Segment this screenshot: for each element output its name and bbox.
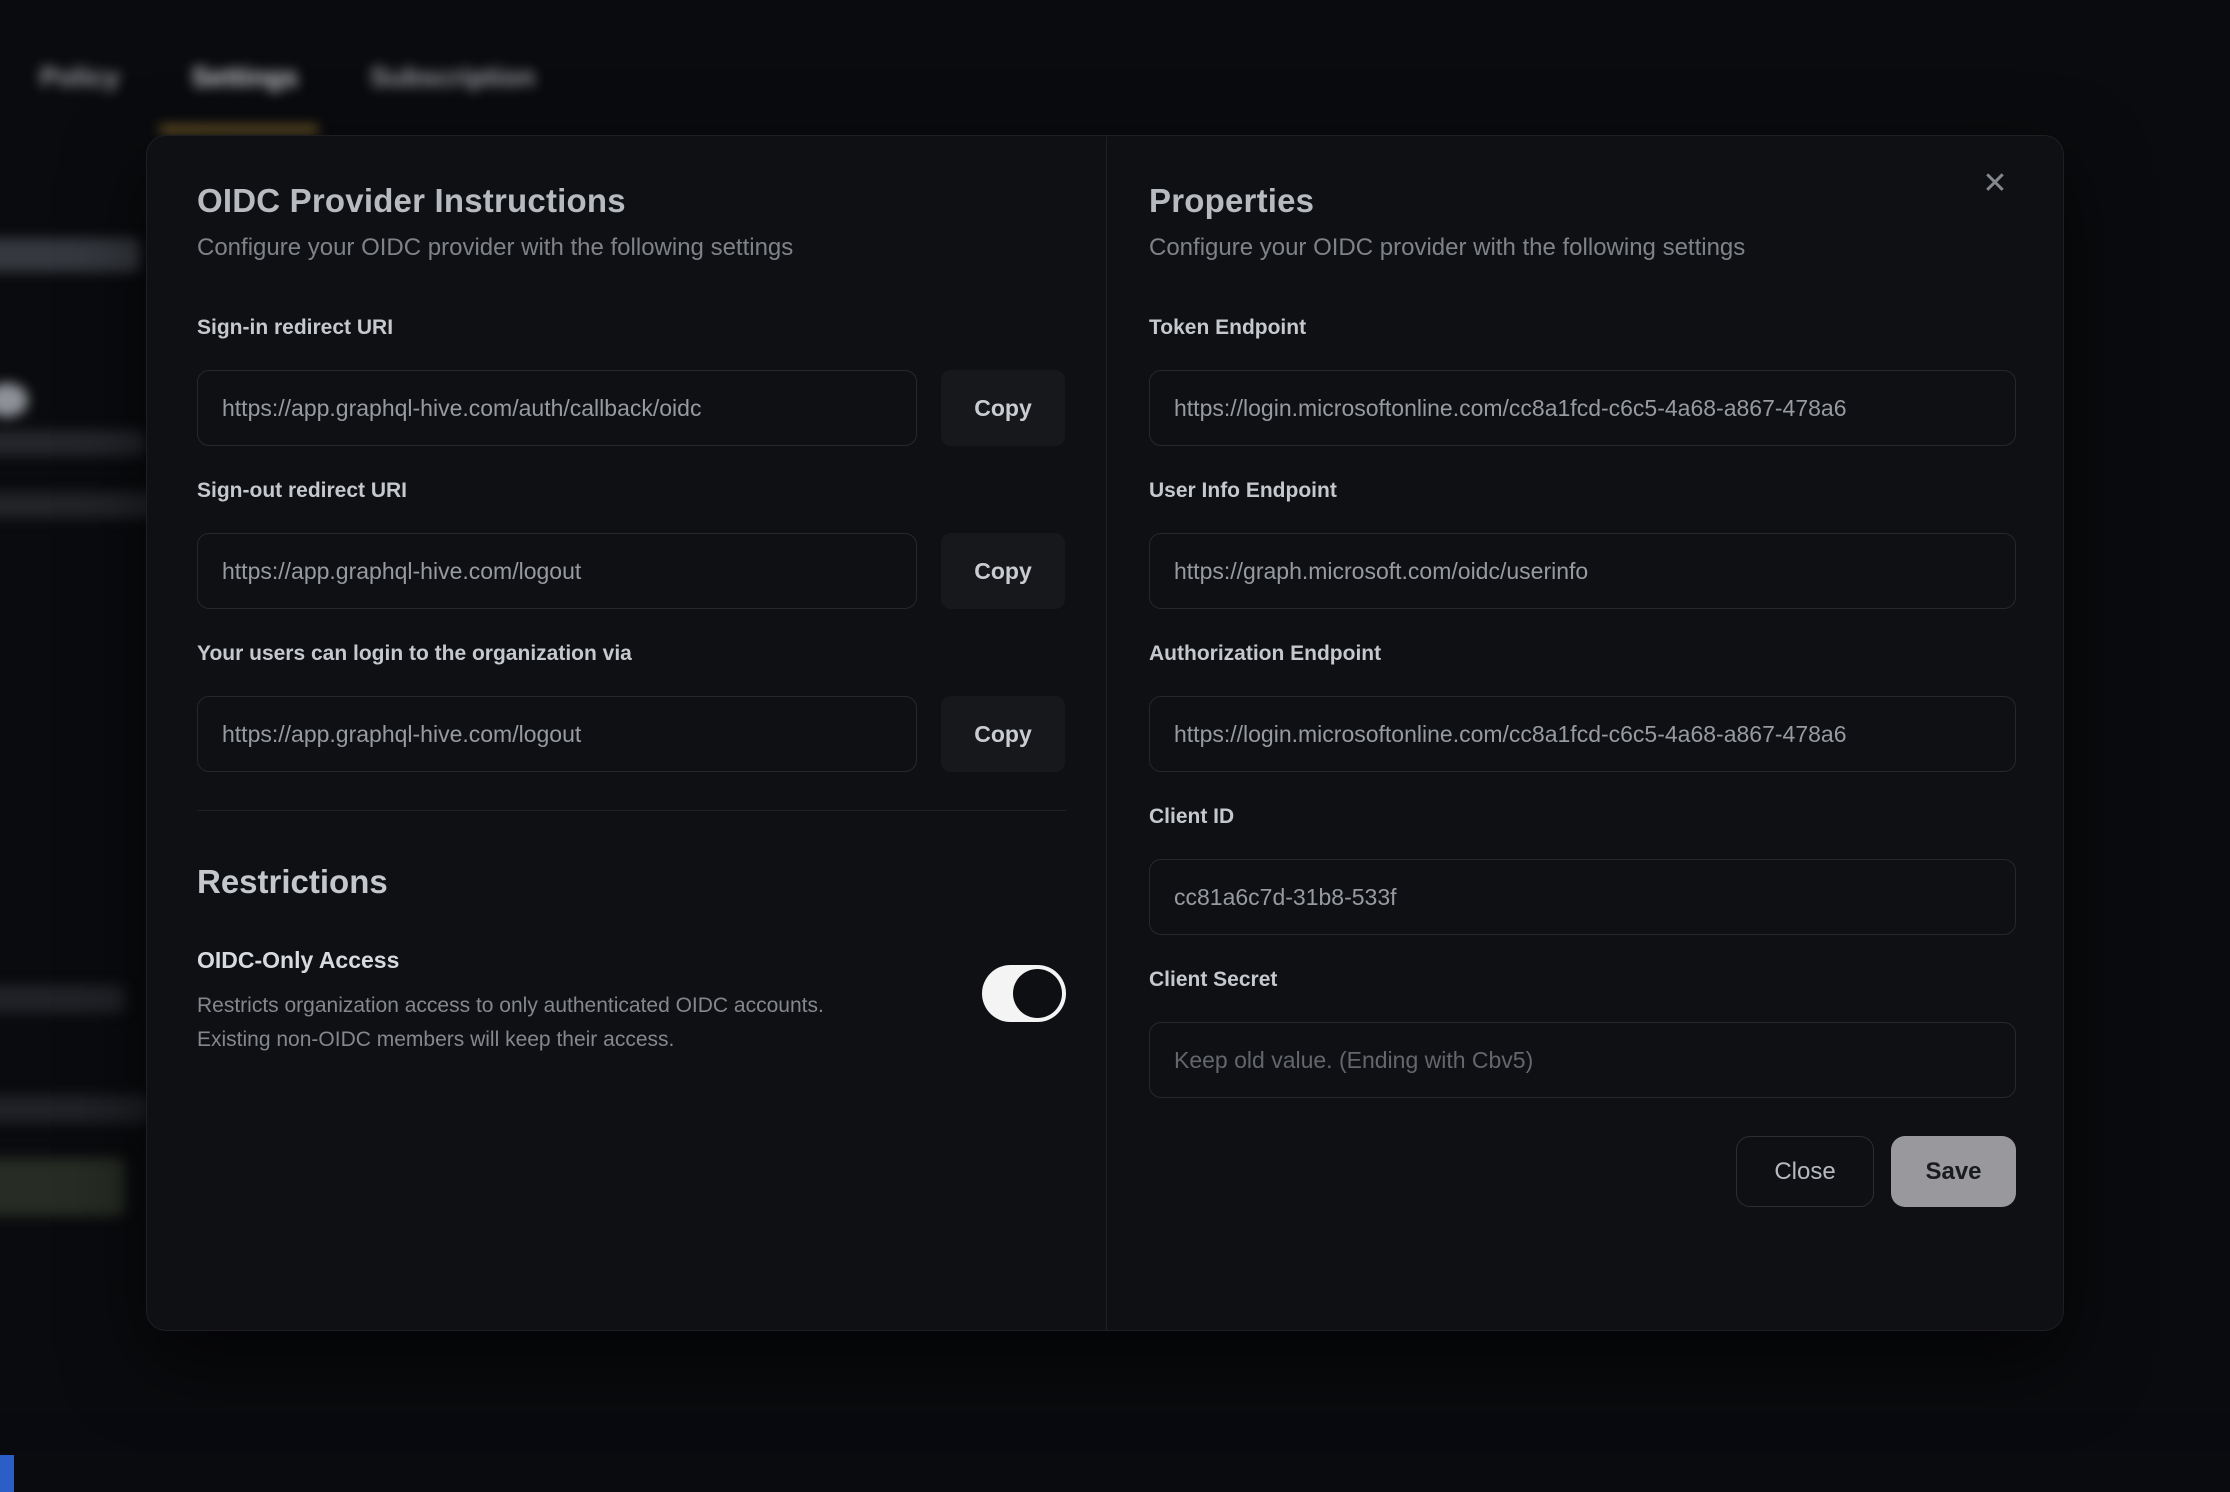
modal-footer: Close Save — [1149, 1136, 2016, 1207]
instructions-subtitle: Configure your OIDC provider with the fo… — [197, 234, 1066, 262]
oidc-only-access-toggle[interactable] — [982, 965, 1066, 1022]
instructions-title: OIDC Provider Instructions — [197, 182, 1066, 220]
blurred-text-fragment — [0, 985, 125, 1013]
blurred-text-fragment — [0, 492, 155, 518]
signout-redirect-row: Copy — [197, 533, 1066, 609]
description-line-1: Restricts organization access to only au… — [197, 994, 824, 1017]
user-info-endpoint-label: User Info Endpoint — [1149, 479, 2016, 503]
login-via-label: Your users can login to the organization… — [197, 642, 1066, 666]
authorization-endpoint-label: Authorization Endpoint — [1149, 642, 2016, 666]
save-button[interactable]: Save — [1891, 1136, 2016, 1207]
oidc-only-access-label: OIDC-Only Access — [197, 947, 937, 974]
client-secret-label: Client Secret — [1149, 968, 2016, 992]
blurred-text-fragment — [0, 238, 140, 272]
client-secret-input[interactable] — [1149, 1022, 2016, 1098]
signin-redirect-input[interactable] — [197, 370, 917, 446]
blurred-avatar-fragment — [0, 383, 28, 417]
token-endpoint-label: Token Endpoint — [1149, 316, 2016, 340]
oidc-only-access-description: Restricts organization access to only au… — [197, 989, 937, 1057]
restrictions-title: Restrictions — [197, 863, 1066, 901]
copy-signout-button[interactable]: Copy — [941, 533, 1065, 609]
copy-signin-button[interactable]: Copy — [941, 370, 1065, 446]
oidc-settings-modal: ✕ OIDC Provider Instructions Configure y… — [146, 135, 2064, 1331]
login-via-row: Copy — [197, 696, 1066, 772]
oidc-only-access-texts: OIDC-Only Access Restricts organization … — [197, 947, 937, 1057]
active-tab-underline — [159, 126, 319, 133]
tab-settings[interactable]: Settings — [192, 62, 299, 93]
client-id-label: Client ID — [1149, 805, 2016, 829]
page: Policy Settings Subscription ✕ OIDC Prov… — [0, 0, 2230, 1492]
bottom-band — [0, 1412, 2230, 1452]
tab-subscription[interactable]: Subscription — [370, 62, 535, 93]
signout-redirect-input[interactable] — [197, 533, 917, 609]
signout-redirect-label: Sign-out redirect URI — [197, 479, 1066, 503]
column-divider — [1106, 137, 1107, 1330]
blurred-text-fragment — [0, 1095, 150, 1123]
blurred-text-fragment — [0, 430, 145, 456]
toggle-knob — [1013, 969, 1062, 1018]
corner-blue-fragment — [0, 1455, 14, 1492]
oidc-only-access-row: OIDC-Only Access Restricts organization … — [197, 947, 1066, 1057]
properties-title: Properties — [1149, 182, 2016, 220]
authorization-endpoint-input[interactable] — [1149, 696, 2016, 772]
oidc-instructions-column: OIDC Provider Instructions Configure you… — [197, 182, 1066, 1057]
login-via-input[interactable] — [197, 696, 917, 772]
tab-bar: Policy Settings Subscription — [40, 62, 535, 93]
properties-column: Properties Configure your OIDC provider … — [1149, 182, 2016, 1207]
signin-redirect-row: Copy — [197, 370, 1066, 446]
user-info-endpoint-input[interactable] — [1149, 533, 2016, 609]
blurred-button-fragment — [0, 1158, 125, 1216]
tab-policy[interactable]: Policy — [40, 62, 120, 93]
section-divider — [197, 810, 1066, 811]
client-id-input[interactable] — [1149, 859, 2016, 935]
properties-subtitle: Configure your OIDC provider with the fo… — [1149, 234, 2016, 262]
token-endpoint-input[interactable] — [1149, 370, 2016, 446]
signin-redirect-label: Sign-in redirect URI — [197, 316, 1066, 340]
copy-login-via-button[interactable]: Copy — [941, 696, 1065, 772]
description-line-2: Existing non-OIDC members will keep thei… — [197, 1028, 674, 1051]
close-button[interactable]: Close — [1736, 1136, 1874, 1207]
